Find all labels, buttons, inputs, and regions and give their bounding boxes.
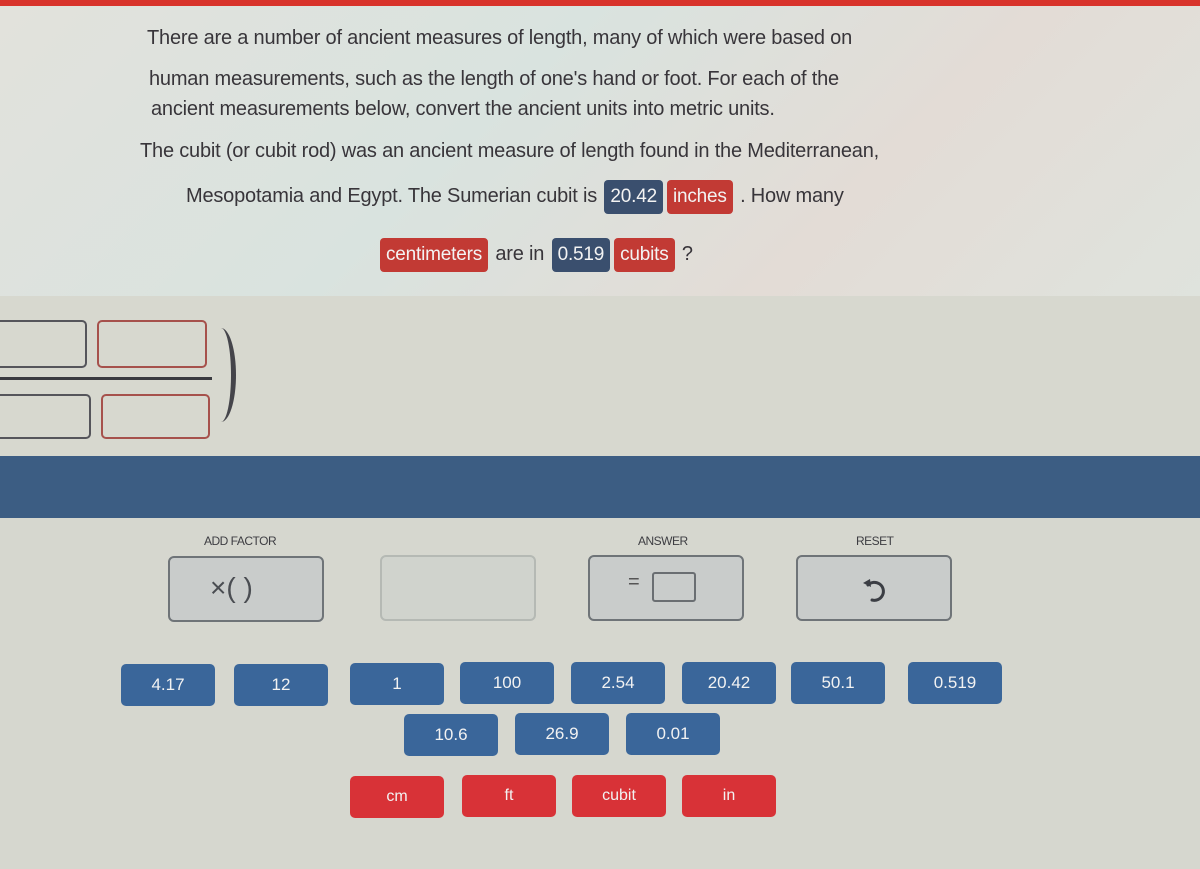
divider-band <box>0 456 1200 518</box>
given-unit-chip: inches <box>666 180 733 214</box>
question-line-4: The cubit (or cubit rod) was an ancient … <box>140 140 879 162</box>
closing-parenthesis <box>206 328 236 422</box>
target-unit-chip: centimeters <box>380 238 489 272</box>
answer-label: ANSWER <box>638 534 688 548</box>
denominator-slot-2[interactable] <box>101 394 210 439</box>
empty-factor-slot[interactable] <box>380 555 536 621</box>
question-line-6-mid: are in <box>495 243 545 265</box>
equals-icon: = <box>628 571 640 593</box>
question-mark: ? <box>681 243 693 265</box>
question-line-5: Mesopotamia and Egypt. The Sumerian cubi… <box>186 180 844 214</box>
tile-unit-ft[interactable]: ft <box>462 775 556 817</box>
numerator-slot-2[interactable] <box>97 320 207 368</box>
tile-12[interactable]: 12 <box>234 664 328 706</box>
question-line-6: centimeters are in 0.519 cubits ? <box>378 238 693 272</box>
target-value-chip: 0.519 <box>551 238 611 272</box>
answer-box-icon <box>652 572 696 602</box>
tile-0-519[interactable]: 0.519 <box>908 662 1002 704</box>
reset-button[interactable] <box>796 555 952 621</box>
tile-26-9[interactable]: 26.9 <box>515 713 609 755</box>
controls-panel: ADD FACTOR ×( ) ANSWER = RESET 4.17 12 1… <box>0 518 1200 869</box>
question-intro-line-2: human measurements, such as the length o… <box>149 68 839 90</box>
question-intro-line-3: ancient measurements below, convert the … <box>151 98 775 120</box>
numerator-slot-1[interactable] <box>0 320 87 368</box>
tile-50-1[interactable]: 50.1 <box>791 662 885 704</box>
question-intro-line-1: There are a number of ancient measures o… <box>147 27 853 49</box>
tile-2-54[interactable]: 2.54 <box>571 662 665 704</box>
add-factor-button[interactable]: ×( ) <box>168 556 324 622</box>
tile-unit-in[interactable]: in <box>682 775 776 817</box>
given-value-chip: 20.42 <box>604 180 663 214</box>
question-line-5-suffix: . How many <box>740 185 844 207</box>
tile-100[interactable]: 100 <box>460 662 554 704</box>
fraction-bar <box>0 377 212 380</box>
tile-unit-cm[interactable]: cm <box>350 776 444 818</box>
question-line-5-prefix: Mesopotamia and Egypt. The Sumerian cubi… <box>186 185 598 207</box>
question-panel: There are a number of ancient measures o… <box>0 6 1200 296</box>
undo-icon <box>863 579 885 602</box>
tile-20-42[interactable]: 20.42 <box>682 662 776 704</box>
denominator-slot-1[interactable] <box>0 394 91 439</box>
answer-button[interactable]: = <box>588 555 744 621</box>
add-factor-label: ADD FACTOR <box>204 534 277 548</box>
tile-10-6[interactable]: 10.6 <box>404 714 498 756</box>
tile-0-01[interactable]: 0.01 <box>626 713 720 755</box>
tile-4-17[interactable]: 4.17 <box>121 664 215 706</box>
tile-unit-cubit[interactable]: cubit <box>572 775 666 817</box>
reset-label: RESET <box>856 534 894 548</box>
tile-1[interactable]: 1 <box>350 663 444 705</box>
target-value-unit-chip: cubits <box>614 238 675 272</box>
multiply-parentheses-icon: ×( ) <box>210 572 253 603</box>
